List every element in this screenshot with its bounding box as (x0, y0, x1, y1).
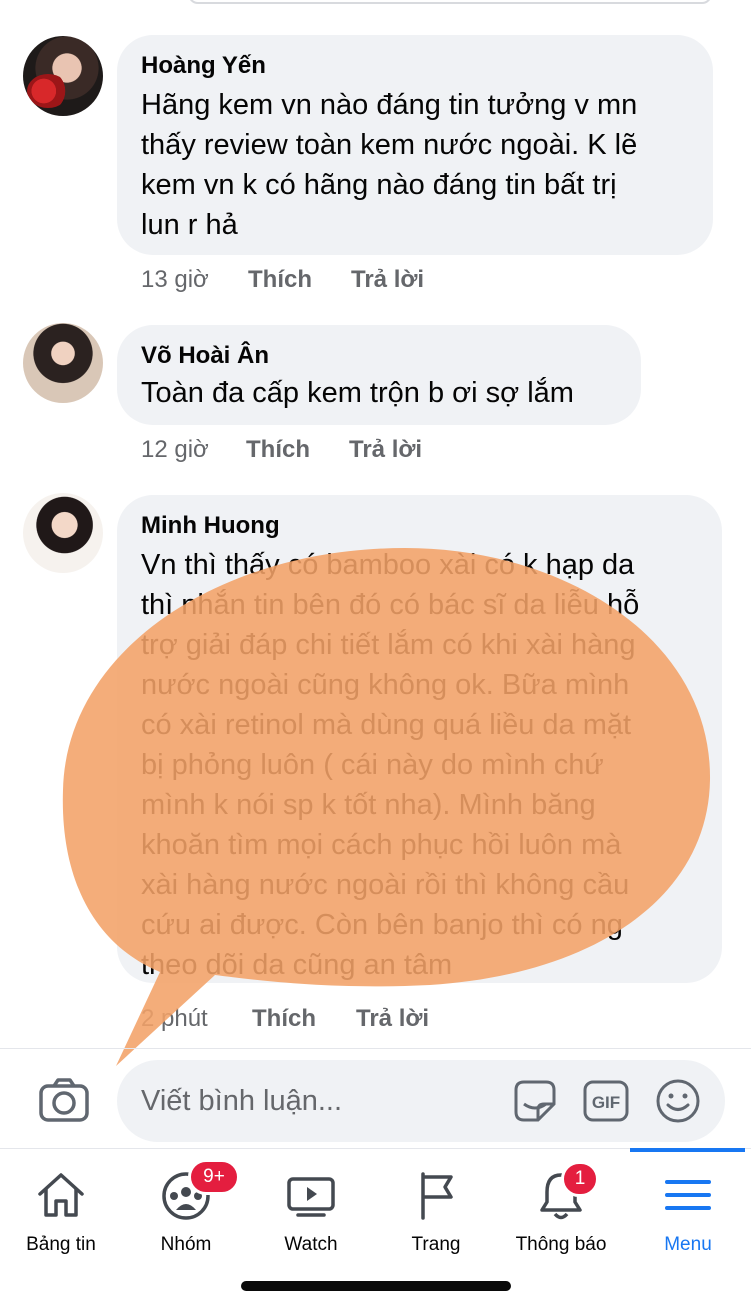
comment-author[interactable]: Minh Huong (141, 511, 698, 541)
home-indicator (241, 1281, 511, 1291)
notification-badge: 1 (561, 1161, 599, 1197)
comment-time[interactable]: 13 giờ (141, 266, 248, 294)
comment-meta: 12 giờ Thích Trả lời (141, 436, 422, 464)
avatar[interactable] (23, 36, 103, 116)
comment-meta: 2 phút Thích Trả lời (141, 1005, 429, 1033)
comment-author[interactable]: Võ Hoài Ân (141, 341, 617, 371)
avatar[interactable] (23, 323, 103, 403)
menu-icon (665, 1180, 711, 1210)
tab-menu[interactable]: Menu (628, 1160, 748, 1260)
tab-label: Watch (284, 1234, 338, 1255)
gif-icon[interactable]: GIF (581, 1076, 631, 1126)
comment-input[interactable] (117, 1060, 725, 1142)
reply-button[interactable]: Trả lời (349, 436, 422, 464)
tab-label: Nhóm (160, 1234, 212, 1255)
tab-label: Trang (411, 1234, 461, 1255)
home-icon (38, 1173, 84, 1217)
tab-label: Thông báo (515, 1234, 607, 1255)
watch-icon (287, 1177, 335, 1217)
svg-text:GIF: GIF (592, 1093, 620, 1112)
like-button[interactable]: Thích (252, 1005, 356, 1033)
tab-label: Menu (664, 1234, 712, 1255)
tab-trang[interactable]: Trang (376, 1160, 496, 1260)
tab-watch[interactable]: Watch (251, 1160, 371, 1260)
comment-time[interactable]: 2 phút (141, 1005, 252, 1033)
reply-button[interactable]: Trả lời (356, 1005, 429, 1033)
comment-bubble: Hoàng Yến Hãng kem vn nào đáng tin tưởng… (117, 35, 713, 255)
comment-bubble: Minh Huong Vn thì thấy có bamboo xài có … (117, 495, 722, 983)
tab-label: Bảng tin (26, 1234, 96, 1255)
comment-author[interactable]: Hoàng Yến (141, 51, 689, 81)
like-button[interactable]: Thích (248, 266, 351, 294)
comment-text: Hãng kem vn nào đáng tin tưởng v mn thấy… (141, 89, 638, 241)
like-button[interactable]: Thích (246, 436, 349, 464)
sticker-icon[interactable] (510, 1076, 560, 1126)
previous-element-edge (188, 0, 712, 4)
notification-badge: 9+ (188, 1159, 240, 1195)
comment-text: Vn thì thấy có bamboo xài có k hạp da th… (141, 549, 640, 981)
comment-bubble: Võ Hoài Ân Toàn đa cấp kem trộn b ơi sợ … (117, 325, 641, 425)
comment-time[interactable]: 12 giờ (141, 436, 246, 464)
emoji-icon[interactable] (653, 1076, 703, 1126)
reply-button[interactable]: Trả lời (351, 266, 424, 294)
active-tab-indicator (630, 1148, 745, 1152)
tab-bang-tin[interactable]: Bảng tin (1, 1160, 121, 1260)
comment-meta: 13 giờ Thích Trả lời (141, 266, 424, 294)
camera-icon[interactable] (38, 1076, 92, 1124)
composer-divider (0, 1048, 751, 1049)
avatar[interactable] (23, 493, 103, 573)
comment-text: Toàn đa cấp kem trộn b ơi sợ lắm (141, 377, 574, 409)
flag-icon (421, 1172, 453, 1220)
